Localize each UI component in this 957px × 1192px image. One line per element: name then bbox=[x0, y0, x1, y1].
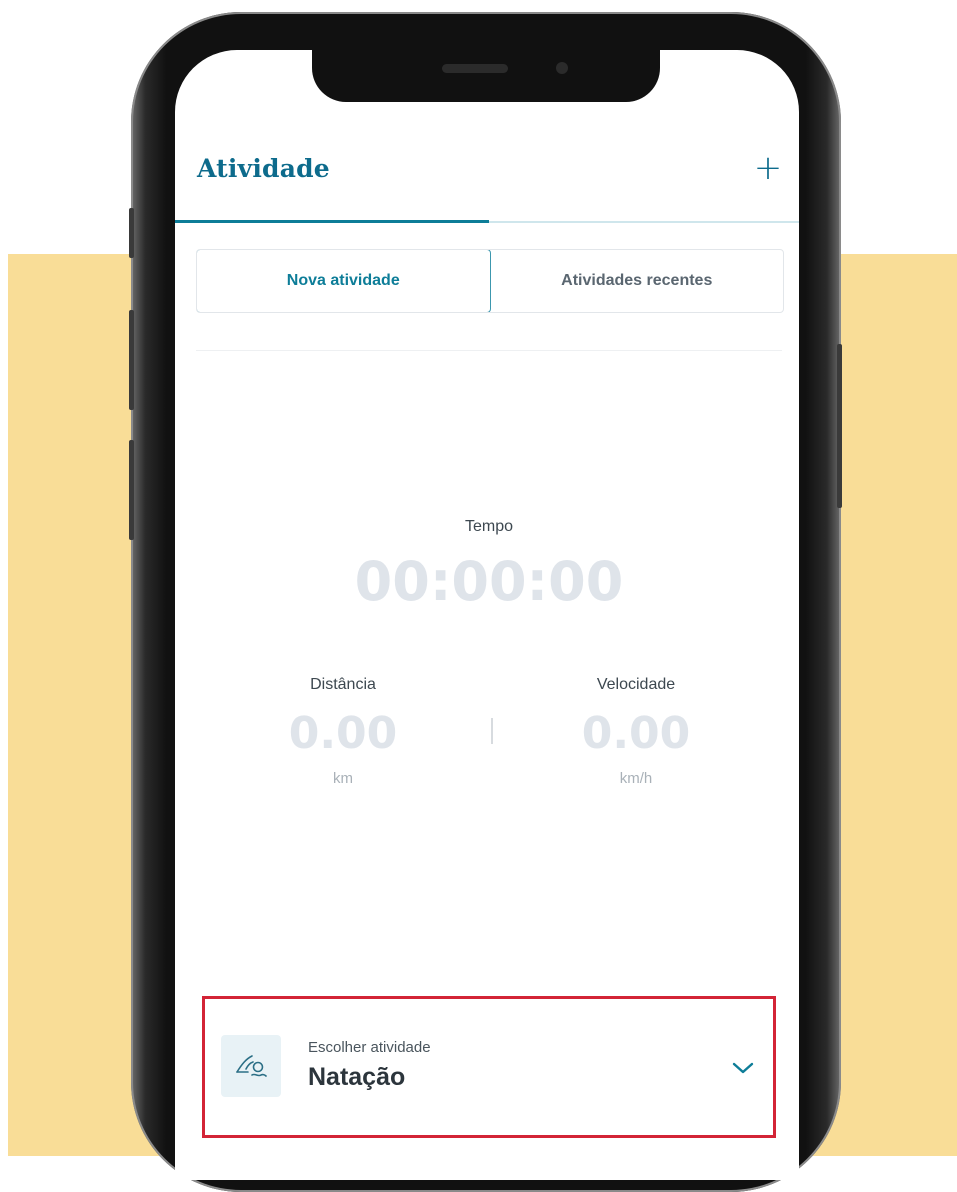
speed-value: 0.00 bbox=[581, 708, 691, 759]
tab-nova-atividade[interactable]: Nova atividade bbox=[197, 250, 491, 312]
speed-unit: km/h bbox=[619, 770, 653, 787]
chevron-down-icon[interactable] bbox=[731, 1059, 755, 1077]
page-title: Atividade bbox=[197, 154, 330, 183]
phone-notch bbox=[312, 48, 660, 102]
speed-label: Velocidade bbox=[596, 676, 676, 693]
speaker-grille bbox=[442, 64, 508, 73]
tab-atividades-recentes[interactable]: Atividades recentes bbox=[491, 250, 784, 312]
time-label: Tempo bbox=[464, 518, 514, 535]
phone-volume-down bbox=[129, 440, 134, 540]
activity-picker[interactable]: Escolher atividade Natação bbox=[202, 996, 776, 1138]
picker-subtitle: Escolher atividade bbox=[308, 1039, 431, 1056]
distance-label: Distância bbox=[310, 676, 376, 693]
selected-activity: Natação bbox=[308, 1063, 406, 1091]
phone-power-button bbox=[837, 344, 842, 508]
distance-value: 0.00 bbox=[288, 708, 398, 759]
activity-tabs: Nova atividade Atividades recentes bbox=[196, 249, 784, 313]
time-value: 00:00:00 bbox=[354, 550, 624, 613]
header-underline-active bbox=[175, 220, 489, 223]
distance-unit: km bbox=[333, 770, 353, 787]
stats-separator bbox=[491, 718, 493, 744]
add-activity-button[interactable]: + bbox=[753, 150, 783, 186]
phone-volume-up bbox=[129, 310, 134, 410]
phone-mute-switch bbox=[129, 208, 134, 258]
section-divider bbox=[196, 350, 782, 351]
swimming-icon bbox=[221, 1035, 281, 1097]
front-camera bbox=[556, 62, 568, 74]
app-screen: Atividade + Nova atividade Atividades re… bbox=[175, 50, 799, 1180]
